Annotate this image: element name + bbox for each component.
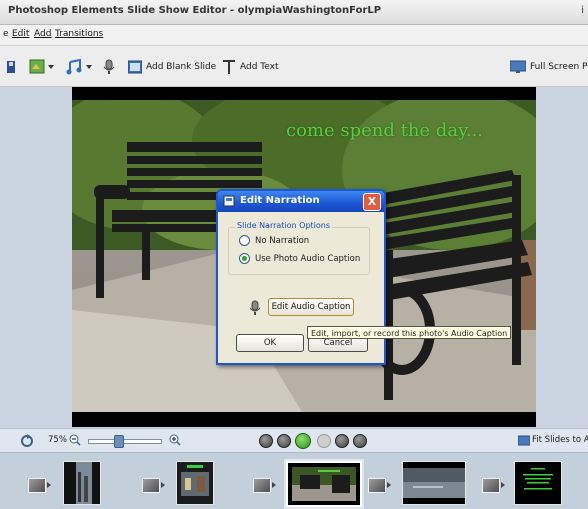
slide-thumbnail[interactable]	[514, 461, 562, 505]
microphone-icon	[103, 59, 115, 74]
previous-slide-button[interactable]	[277, 434, 291, 448]
add-text-label: Add Text	[240, 62, 279, 72]
transition-icon[interactable]	[253, 478, 271, 493]
slide-thumbnail-image	[64, 462, 100, 504]
dialog-close-button[interactable]: X	[363, 193, 381, 211]
no-narration-radio[interactable]: No Narration	[239, 235, 309, 246]
edit-audio-caption-button[interactable]: Edit Audio Caption	[268, 298, 354, 316]
transition-dropdown-icon[interactable]	[501, 482, 505, 488]
ok-button[interactable]: OK	[236, 334, 304, 352]
slide-thumbnail[interactable]	[402, 461, 466, 505]
use-photo-audio-caption-label: Use Photo Audio Caption	[255, 253, 361, 264]
transition-icon[interactable]	[482, 478, 500, 493]
narration-dialog-icon	[223, 195, 235, 207]
slide-thumbnail[interactable]	[176, 461, 214, 505]
narration-button[interactable]	[103, 59, 115, 75]
stop-button[interactable]	[317, 434, 331, 448]
rotate-icon[interactable]	[20, 434, 34, 448]
transition-dropdown-icon[interactable]	[47, 482, 51, 488]
text-tool-icon	[223, 60, 235, 74]
audio-caption-tooltip: Edit, import, or record this photo's Aud…	[307, 326, 511, 339]
menu-bar: e Edit Add Transitions	[0, 25, 588, 46]
dialog-title: Edit Narration	[240, 195, 320, 206]
toolbar: Add Blank Slide Add Text Full Screen Pre	[0, 46, 588, 87]
transition-dropdown-icon[interactable]	[272, 482, 276, 488]
transition-icon[interactable]	[368, 478, 386, 493]
playback-controls-bar: 75% Fit Slides to A	[0, 428, 588, 453]
last-slide-button[interactable]	[353, 434, 367, 448]
radio-circle-selected	[239, 253, 250, 264]
full-screen-preview-label: Full Screen Pre	[530, 62, 588, 72]
slide-thumbnail-image	[515, 462, 561, 504]
save-button[interactable]	[7, 59, 17, 75]
slide-caption-text[interactable]: come spend the day...	[286, 120, 483, 141]
title-bar: Photoshop Elements Slide Show Editor - o…	[0, 0, 588, 25]
add-photos-icon	[29, 59, 54, 74]
zoom-slider-track[interactable]	[88, 439, 162, 444]
window-title: Photoshop Elements Slide Show Editor - o…	[8, 5, 382, 16]
blank-slide-icon	[128, 60, 142, 74]
menu-add[interactable]: Add	[34, 29, 51, 39]
full-screen-preview-button[interactable]: Full Screen Pre	[510, 59, 588, 75]
transition-icon[interactable]	[28, 478, 46, 493]
slide-thumbnail-image	[177, 462, 213, 504]
add-blank-slide-button[interactable]: Add Blank Slide	[128, 59, 216, 75]
play-button[interactable]	[295, 433, 311, 449]
slide-thumbnail[interactable]	[63, 461, 101, 505]
zoom-level: 75%	[48, 435, 67, 445]
use-photo-audio-caption-radio[interactable]: Use Photo Audio Caption	[239, 253, 360, 264]
add-text-button[interactable]: Add Text	[222, 59, 279, 75]
microphone-icon	[250, 300, 260, 315]
slide-thumbnail-selected[interactable]	[286, 461, 362, 507]
add-blank-slide-label: Add Blank Slide	[146, 62, 217, 72]
first-slide-button[interactable]	[259, 434, 273, 448]
window-title-cut: i	[581, 5, 584, 16]
add-audio-button[interactable]	[66, 59, 94, 75]
fit-slides-label[interactable]: Fit Slides to A	[532, 435, 588, 445]
transition-dropdown-icon[interactable]	[387, 482, 391, 488]
menu-edit[interactable]: Edit	[12, 29, 29, 39]
filmstrip	[0, 452, 588, 509]
fit-slides-icon[interactable]	[518, 435, 530, 446]
music-note-icon	[66, 59, 92, 75]
menu-transitions[interactable]: Transitions	[55, 29, 103, 39]
transition-icon[interactable]	[142, 478, 160, 493]
menu-file[interactable]: e	[3, 29, 9, 39]
add-media-button[interactable]	[28, 59, 54, 75]
radio-circle	[239, 235, 250, 246]
narration-options-label: Slide Narration Options	[235, 221, 333, 230]
save-icon	[7, 61, 15, 73]
zoom-out-icon[interactable]	[69, 434, 81, 446]
next-slide-button[interactable]	[335, 434, 349, 448]
slide-thumbnail-image	[403, 462, 465, 504]
monitor-icon	[510, 60, 526, 73]
zoom-slider-thumb[interactable]	[114, 435, 124, 448]
transition-dropdown-icon[interactable]	[161, 482, 165, 488]
zoom-in-icon[interactable]	[169, 434, 181, 446]
narration-options-group: Slide Narration Options No Narration Use…	[228, 221, 370, 275]
dialog-title-bar[interactable]: Edit Narration X	[218, 191, 384, 212]
slide-thumbnail-image	[288, 463, 360, 505]
no-narration-label: No Narration	[255, 235, 310, 246]
